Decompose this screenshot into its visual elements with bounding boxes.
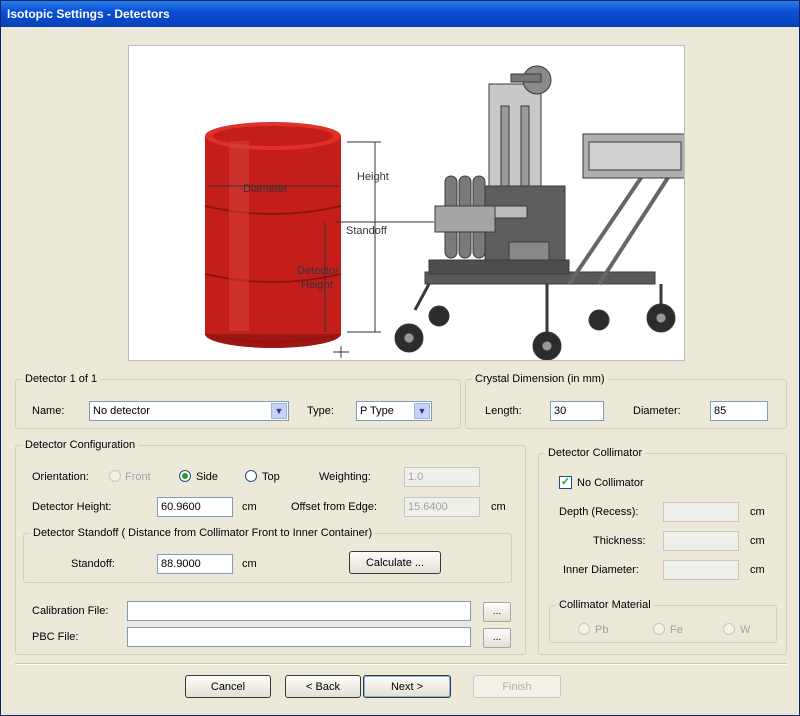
orientation-label: Orientation: bbox=[32, 471, 89, 483]
footer-divider bbox=[15, 663, 787, 665]
calibration-file-input[interactable] bbox=[127, 601, 471, 621]
depth-recess-label: Depth (Recess): bbox=[559, 506, 639, 518]
material-pb-radio[interactable] bbox=[578, 623, 590, 635]
detector-height-label-1: Detector bbox=[297, 265, 339, 277]
calculate-button[interactable]: Calculate ... bbox=[349, 551, 441, 574]
orientation-side-radio[interactable] bbox=[179, 470, 191, 482]
height-label: Height bbox=[357, 171, 389, 183]
standoff-input[interactable]: 88.9000 bbox=[157, 554, 233, 574]
calibration-browse-button[interactable]: ... bbox=[483, 602, 511, 622]
orientation-front-label: Front bbox=[125, 471, 151, 483]
pbc-browse-button[interactable]: ... bbox=[483, 628, 511, 648]
collimator-material-group: Collimator Material bbox=[549, 599, 777, 643]
detector-configuration-legend: Detector Configuration bbox=[25, 439, 136, 451]
crystal-diameter-label: Diameter: bbox=[633, 405, 681, 417]
orientation-side-label: Side bbox=[196, 471, 219, 483]
inner-diameter-label: Inner Diameter: bbox=[563, 564, 639, 576]
crystal-diameter-input[interactable]: 85 bbox=[710, 401, 768, 421]
chevron-down-icon[interactable]: ▼ bbox=[414, 403, 430, 419]
pbc-file-label: PBC File: bbox=[32, 631, 79, 643]
barrel-graphic bbox=[204, 122, 342, 348]
window-title: Isotopic Settings - Detectors bbox=[1, 1, 799, 27]
chevron-down-icon[interactable]: ▼ bbox=[271, 403, 287, 419]
back-button[interactable]: < Back bbox=[285, 675, 361, 698]
calibration-file-label: Calibration File: bbox=[32, 605, 109, 617]
orientation-top-radio[interactable] bbox=[245, 470, 257, 482]
material-w-label: W bbox=[740, 624, 751, 636]
crystal-legend: Crystal Dimension (in mm) bbox=[475, 373, 605, 385]
collimator-material-legend: Collimator Material bbox=[559, 599, 651, 611]
orientation-top-label: Top bbox=[262, 471, 280, 483]
standoff-label: Standoff: bbox=[71, 558, 115, 570]
detector-legend: Detector 1 of 1 bbox=[25, 373, 98, 385]
standoff-unit: cm bbox=[242, 558, 257, 570]
no-collimator-checkbox[interactable]: ✓ bbox=[559, 476, 572, 489]
detector-name-label: Name: bbox=[32, 405, 65, 417]
orientation-front-radio[interactable] bbox=[109, 470, 121, 482]
standoff-label: Standoff bbox=[346, 225, 388, 237]
next-button[interactable]: Next > bbox=[363, 675, 451, 698]
detector-height-label: Detector Height: bbox=[32, 501, 112, 513]
material-fe-label: Fe bbox=[670, 624, 683, 636]
thickness-unit: cm bbox=[750, 535, 765, 547]
offset-edge-input[interactable]: 15.6400 bbox=[404, 497, 480, 517]
inner-diameter-input[interactable] bbox=[663, 560, 739, 580]
detector-cart-graphic bbox=[394, 65, 684, 360]
material-w-radio[interactable] bbox=[723, 623, 735, 635]
thickness-label: Thickness: bbox=[593, 535, 646, 547]
weighting-label: Weighting: bbox=[319, 471, 371, 483]
offset-edge-label: Offset from Edge: bbox=[291, 501, 378, 513]
isotopic-settings-dialog: Isotopic Settings - Detectors Diameter H… bbox=[0, 0, 800, 716]
inner-diameter-unit: cm bbox=[750, 564, 765, 576]
diameter-label: Diameter bbox=[243, 183, 288, 195]
thickness-input[interactable] bbox=[663, 531, 739, 551]
crystal-length-input[interactable]: 30 bbox=[550, 401, 604, 421]
depth-unit: cm bbox=[750, 506, 765, 518]
crystal-length-label: Length: bbox=[485, 405, 522, 417]
detector-illustration: Diameter Height Standoff Detector Height bbox=[128, 45, 685, 361]
detector-height-label-2: Height bbox=[301, 279, 333, 291]
depth-recess-input[interactable] bbox=[663, 502, 739, 522]
finish-button[interactable]: Finish bbox=[473, 675, 561, 698]
no-collimator-label: No Collimator bbox=[577, 477, 644, 489]
detector-collimator-legend: Detector Collimator bbox=[548, 447, 643, 459]
detector-name-select[interactable]: No detector ▼ bbox=[89, 401, 289, 421]
detector-height-unit: cm bbox=[242, 501, 257, 513]
detector-setup-drawing: Diameter Height Standoff Detector Height bbox=[204, 65, 684, 360]
material-fe-radio[interactable] bbox=[653, 623, 665, 635]
weighting-input[interactable]: 1.0 bbox=[404, 467, 480, 487]
detector-type-value: P Type bbox=[360, 405, 394, 417]
material-pb-label: Pb bbox=[595, 624, 609, 636]
detector-type-label: Type: bbox=[307, 405, 334, 417]
offset-edge-unit: cm bbox=[491, 501, 506, 513]
detector-height-input[interactable]: 60.9600 bbox=[157, 497, 233, 517]
cancel-button[interactable]: Cancel bbox=[185, 675, 271, 698]
pbc-file-input[interactable] bbox=[127, 627, 471, 647]
detector-type-select[interactable]: P Type ▼ bbox=[356, 401, 432, 421]
detector-standoff-legend: Detector Standoff ( Distance from Collim… bbox=[33, 527, 373, 539]
detector-name-value: No detector bbox=[93, 405, 150, 417]
